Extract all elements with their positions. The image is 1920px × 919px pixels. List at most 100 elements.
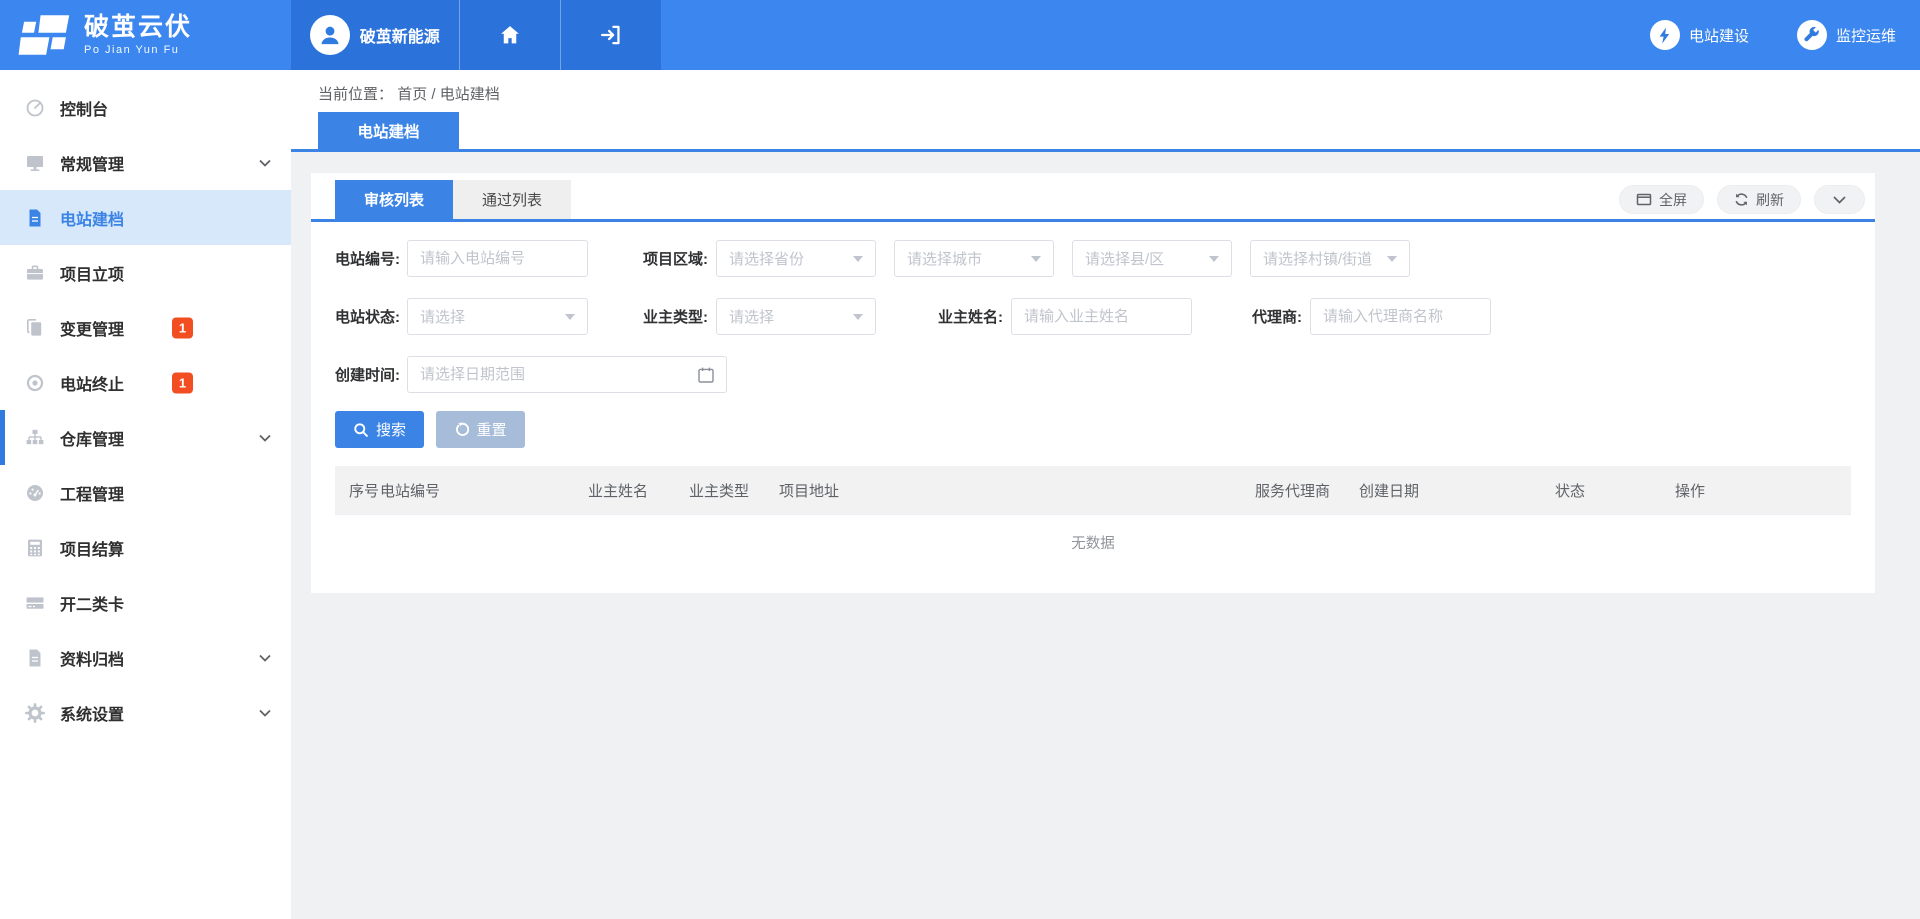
filter-row-3: 创建时间: xyxy=(335,356,1851,393)
date-range-picker[interactable] xyxy=(407,356,727,393)
filter-row-2: 电站状态: 请选择 业主类型: 请选择 业主姓名: 代理商: xyxy=(335,298,1851,335)
city-select[interactable]: 请选择城市 xyxy=(894,240,1054,277)
station-status-label: 电站状态: xyxy=(335,306,407,327)
filter-actions: 搜索 重置 xyxy=(335,411,1851,448)
chevron-down-icon xyxy=(259,654,271,662)
user-icon xyxy=(317,22,343,48)
page-tab-row: 电站建档 xyxy=(291,112,1920,149)
gauge-icon xyxy=(25,483,45,503)
chevron-down-icon xyxy=(259,709,271,717)
page-tab-station-filing[interactable]: 电站建档 xyxy=(318,112,459,149)
file-icon xyxy=(25,648,45,668)
layout: 控制台 常规管理 xyxy=(0,70,1920,919)
dashboard-icon xyxy=(25,98,45,118)
breadcrumb-separator: / xyxy=(431,86,439,103)
empty-placeholder: 无数据 xyxy=(335,515,1851,593)
agent-input[interactable] xyxy=(1310,298,1491,335)
chevron-down-icon xyxy=(259,159,271,167)
reset-button[interactable]: 重置 xyxy=(436,411,525,448)
col-create-date: 创建日期 xyxy=(1359,480,1555,501)
sidebar-item-label: 电站建档 xyxy=(60,206,124,230)
notification-badge: 1 xyxy=(172,372,193,393)
date-range-input[interactable] xyxy=(407,356,727,393)
notification-badge: 1 xyxy=(172,317,193,338)
sidebar-item-label: 控制台 xyxy=(60,96,108,120)
home-button[interactable] xyxy=(460,0,561,70)
station-status-select[interactable]: 请选择 xyxy=(407,298,588,335)
sidebar-item-label: 常规管理 xyxy=(60,151,124,175)
caret-down-icon xyxy=(853,314,863,320)
briefcase-icon xyxy=(25,263,45,283)
fullscreen-button[interactable]: 全屏 xyxy=(1619,185,1704,214)
caret-down-icon xyxy=(565,314,575,320)
logo-subtitle: Po Jian Yun Fu xyxy=(84,44,192,56)
logout-button[interactable] xyxy=(561,0,661,70)
gear-icon xyxy=(25,703,45,723)
nav-station-construction[interactable]: 电站建设 xyxy=(1650,20,1749,50)
fullscreen-label: 全屏 xyxy=(1659,190,1687,210)
sidebar-item-station-termination[interactable]: 电站终止 1 xyxy=(0,355,291,410)
owner-type-select[interactable]: 请选择 xyxy=(716,298,876,335)
county-placeholder: 请选择县/区 xyxy=(1085,248,1164,269)
sidebar-item-warehouse-mgmt[interactable]: 仓库管理 xyxy=(0,410,291,465)
owner-name-input[interactable] xyxy=(1011,298,1192,335)
caret-down-icon xyxy=(1031,256,1041,262)
sidebar-item-change-mgmt[interactable]: 变更管理 1 xyxy=(0,300,291,355)
chevron-down-icon xyxy=(259,434,271,442)
sidebar-item-engineering-mgmt[interactable]: 工程管理 xyxy=(0,465,291,520)
owner-type-label: 业主类型: xyxy=(588,306,716,327)
tab-passed-list[interactable]: 通过列表 xyxy=(453,180,571,219)
refresh-button[interactable]: 刷新 xyxy=(1717,185,1801,214)
sidebar-item-label: 项目结算 xyxy=(60,536,124,560)
reset-label: 重置 xyxy=(476,419,506,440)
province-select[interactable]: 请选择省份 xyxy=(716,240,876,277)
sidebar-item-console[interactable]: 控制台 xyxy=(0,80,291,135)
lightning-icon xyxy=(1650,20,1680,50)
chevron-down-icon xyxy=(1833,196,1846,204)
owner-name-label: 业主姓名: xyxy=(876,306,1011,327)
col-owner-name: 业主姓名 xyxy=(588,480,689,501)
town-placeholder: 请选择村镇/街道 xyxy=(1263,248,1372,269)
owner-type-placeholder: 请选择 xyxy=(729,306,774,327)
collapse-toggle-button[interactable] xyxy=(1814,185,1865,214)
filter-form: 电站编号: 项目区域: 请选择省份 请选择城市 请选择县/区 xyxy=(311,222,1875,448)
breadcrumb-home-link[interactable]: 首页 xyxy=(397,86,427,103)
calendar-icon xyxy=(697,366,715,384)
breadcrumb-label: 当前位置： xyxy=(318,86,393,103)
sidebar-item-open-class2-card[interactable]: 开二类卡 xyxy=(0,575,291,630)
search-icon xyxy=(353,422,369,438)
sidebar-item-general-mgmt[interactable]: 常规管理 xyxy=(0,135,291,190)
calculator-icon xyxy=(25,538,45,558)
county-select[interactable]: 请选择县/区 xyxy=(1072,240,1232,277)
app-root: 破茧云伏 Po Jian Yun Fu 破茧新能源 xyxy=(0,0,1920,919)
sidebar-item-project-initiation[interactable]: 项目立项 xyxy=(0,245,291,300)
search-label: 搜索 xyxy=(376,419,406,440)
sidebar-item-station-filing[interactable]: 电站建档 xyxy=(0,190,291,245)
wrench-icon xyxy=(1797,20,1827,50)
col-project-address: 项目地址 xyxy=(779,480,1255,501)
nav-monitoring-ops[interactable]: 监控运维 xyxy=(1797,20,1896,50)
town-select[interactable]: 请选择村镇/街道 xyxy=(1250,240,1410,277)
sidebar-item-system-settings[interactable]: 系统设置 xyxy=(0,685,291,740)
province-placeholder: 请选择省份 xyxy=(729,248,804,269)
station-no-input[interactable] xyxy=(407,240,588,277)
document-icon xyxy=(25,208,45,228)
credit-card-icon xyxy=(25,593,45,613)
sidebar-item-project-settlement[interactable]: 项目结算 xyxy=(0,520,291,575)
caret-down-icon xyxy=(1209,256,1219,262)
sidebar-item-label: 仓库管理 xyxy=(60,426,124,450)
col-station-no: 电站编号 xyxy=(380,480,588,501)
sidebar-item-data-archive[interactable]: 资料归档 xyxy=(0,630,291,685)
logout-icon xyxy=(599,23,623,47)
logo-icon xyxy=(18,13,72,57)
brand-logo: 破茧云伏 Po Jian Yun Fu xyxy=(0,0,291,70)
user-menu[interactable]: 破茧新能源 xyxy=(291,0,459,70)
col-actions: 操作 xyxy=(1675,480,1851,501)
spacer xyxy=(291,152,1920,173)
logo-text: 破茧云伏 Po Jian Yun Fu xyxy=(84,14,192,56)
search-button[interactable]: 搜索 xyxy=(335,411,424,448)
panel-toolbar: 全屏 刷新 xyxy=(1619,185,1865,214)
tab-review-list[interactable]: 审核列表 xyxy=(335,180,453,219)
sidebar-item-label: 系统设置 xyxy=(60,701,124,725)
sidebar-item-label: 变更管理 xyxy=(60,316,124,340)
